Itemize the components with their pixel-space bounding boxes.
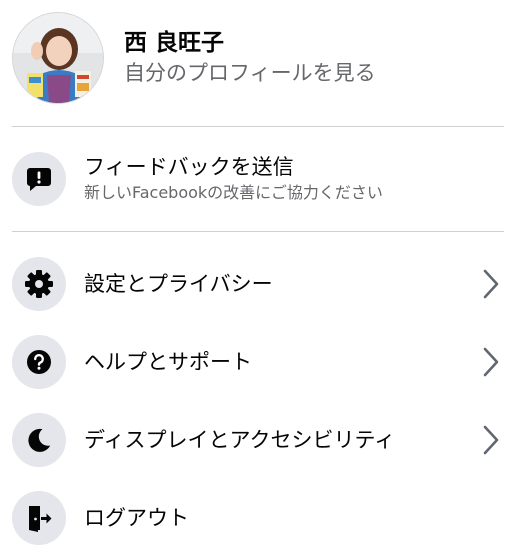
logout-icon-circle [12,491,66,545]
chevron-right-icon [483,425,499,455]
moon-icon [28,428,51,452]
view-profile-label: 自分のプロフィールを見る [124,61,376,85]
display-icon-circle [12,413,66,467]
help-support-item[interactable]: ヘルプとサポート [12,329,504,395]
logout-label: ログアウト [84,506,189,530]
profile-name: 西 良旺子 [124,30,225,56]
chevron-right-icon [483,269,499,299]
divider [12,231,504,232]
display-accessibility-label: ディスプレイとアクセシビリティ [84,428,396,452]
settings-icon-circle [12,257,66,311]
account-menu: 西 良旺子 自分のプロフィールを見る フィードバックを送信 新しいFaceboo… [0,0,526,557]
chevron-right-icon [483,347,499,377]
feedback-exclamation-icon [27,168,51,191]
feedback-label: フィードバックを送信 [84,155,294,179]
gear-icon [25,270,53,298]
logout-item[interactable]: ログアウト [12,485,504,551]
settings-privacy-label: 設定とプライバシー [84,272,273,296]
feedback-sublabel: 新しいFacebookの改善にご協力ください [84,183,383,202]
feedback-icon-circle [12,152,66,206]
divider [12,126,504,127]
logout-door-icon [29,506,52,532]
question-icon [27,350,51,374]
avatar [12,12,104,104]
help-support-label: ヘルプとサポート [84,350,252,374]
settings-privacy-item[interactable]: 設定とプライバシー [12,251,504,317]
give-feedback-item[interactable]: フィードバックを送信 新しいFacebookの改善にご協力ください [12,146,504,212]
display-accessibility-item[interactable]: ディスプレイとアクセシビリティ [12,407,504,473]
profile-link[interactable]: 西 良旺子 自分のプロフィールを見る [12,10,504,106]
help-icon-circle [12,335,66,389]
